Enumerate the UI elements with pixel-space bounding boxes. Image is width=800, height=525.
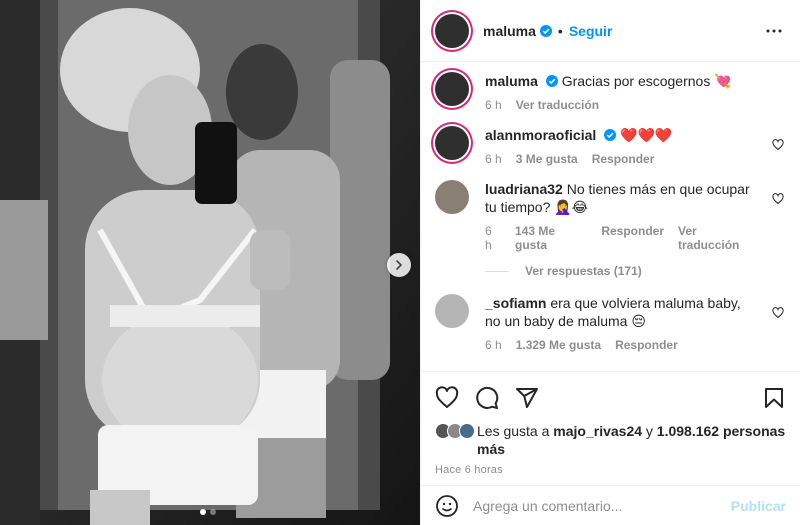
comment-time[interactable]: 6 h xyxy=(485,152,502,166)
avatar[interactable] xyxy=(435,180,469,214)
publish-button[interactable]: Publicar xyxy=(731,498,786,514)
separator-dot: • xyxy=(557,22,563,39)
liked-by-user[interactable]: majo_rivas24 xyxy=(553,423,642,439)
view-replies-label: Ver respuestas (171) xyxy=(525,264,642,278)
avatar[interactable] xyxy=(435,72,469,106)
verified-badge-icon xyxy=(539,24,552,37)
share-icon[interactable] xyxy=(515,386,539,410)
likes-prefix: Les gusta a xyxy=(477,423,550,439)
reply-button[interactable]: Responder xyxy=(601,224,664,252)
post-header: maluma • Seguir xyxy=(421,0,800,62)
comment-time[interactable]: 6 h xyxy=(485,338,502,352)
list-item: alannmoraoficial ❤️❤️❤️ 6 h 3 Me gusta R… xyxy=(435,126,784,166)
verified-badge-icon xyxy=(545,75,558,87)
comment-username[interactable]: alannmoraoficial xyxy=(485,127,596,143)
list-item: _sofiamn era que volviera maluma baby, n… xyxy=(435,294,784,352)
post-panel: maluma • Seguir maluma Gracias por escog… xyxy=(420,0,800,525)
chevron-right-icon xyxy=(396,260,403,270)
comments-list[interactable]: maluma Gracias por escogernos 💘 6 h Ver … xyxy=(421,62,800,371)
header-username[interactable]: maluma xyxy=(483,23,536,39)
divider xyxy=(485,270,509,272)
avatar[interactable] xyxy=(435,294,469,328)
liked-by-avatars xyxy=(435,423,475,439)
translate-button[interactable]: Ver traducción xyxy=(678,224,758,252)
likes-summary[interactable]: Les gusta a majo_rivas24 y 1.098.162 per… xyxy=(435,422,786,458)
verified-badge-icon xyxy=(604,129,617,141)
likes-connector: y xyxy=(645,423,653,439)
post-timestamp: Hace 6 horas xyxy=(435,464,503,476)
comment-input[interactable] xyxy=(473,497,731,514)
heart-icon[interactable] xyxy=(772,138,784,151)
add-comment-bar: Publicar xyxy=(421,485,800,525)
comment-likes[interactable]: 3 Me gusta xyxy=(516,152,578,166)
comment-username[interactable]: luadriana32 xyxy=(485,181,563,197)
more-options-icon[interactable] xyxy=(762,19,786,43)
follow-button[interactable]: Seguir xyxy=(569,23,613,39)
caption-username[interactable]: maluma xyxy=(485,73,538,89)
instagram-post: maluma • Seguir maluma Gracias por escog… xyxy=(0,0,800,525)
avatar[interactable] xyxy=(435,13,469,48)
caption-text: Gracias por escogernos 💘 xyxy=(561,73,732,89)
avatar xyxy=(459,423,475,439)
caption: maluma Gracias por escogernos 💘 6 h Ver … xyxy=(435,72,784,112)
comment-likes[interactable]: 143 Me gusta xyxy=(515,224,587,252)
comment-text: ❤️❤️❤️ xyxy=(620,127,673,143)
comment-username[interactable]: _sofiamn xyxy=(485,295,546,311)
carousel-indicator xyxy=(200,509,216,515)
reply-button[interactable]: Responder xyxy=(615,338,678,352)
emoji-icon[interactable] xyxy=(435,494,459,518)
post-photo xyxy=(0,0,420,525)
heart-icon[interactable] xyxy=(772,306,784,319)
heart-icon[interactable] xyxy=(772,192,784,205)
translate-button[interactable]: Ver traducción xyxy=(516,98,599,112)
comment-icon[interactable] xyxy=(475,386,499,410)
post-media xyxy=(0,0,420,525)
post-actions: Les gusta a majo_rivas24 y 1.098.162 per… xyxy=(421,371,800,485)
comment-likes[interactable]: 1.329 Me gusta xyxy=(516,338,601,352)
carousel-dot xyxy=(210,509,216,515)
reply-button[interactable]: Responder xyxy=(592,152,655,166)
view-replies-button[interactable]: Ver respuestas (171) xyxy=(485,264,784,278)
bookmark-icon[interactable] xyxy=(762,386,786,410)
comment-time[interactable]: 6 h xyxy=(485,224,501,252)
next-slide-button[interactable] xyxy=(387,253,411,277)
carousel-dot-active xyxy=(200,509,206,515)
avatar[interactable] xyxy=(435,126,469,160)
list-item: luadriana32 No tienes más en que ocupar … xyxy=(435,180,784,252)
caption-time[interactable]: 6 h xyxy=(485,98,502,112)
heart-icon[interactable] xyxy=(435,386,459,410)
